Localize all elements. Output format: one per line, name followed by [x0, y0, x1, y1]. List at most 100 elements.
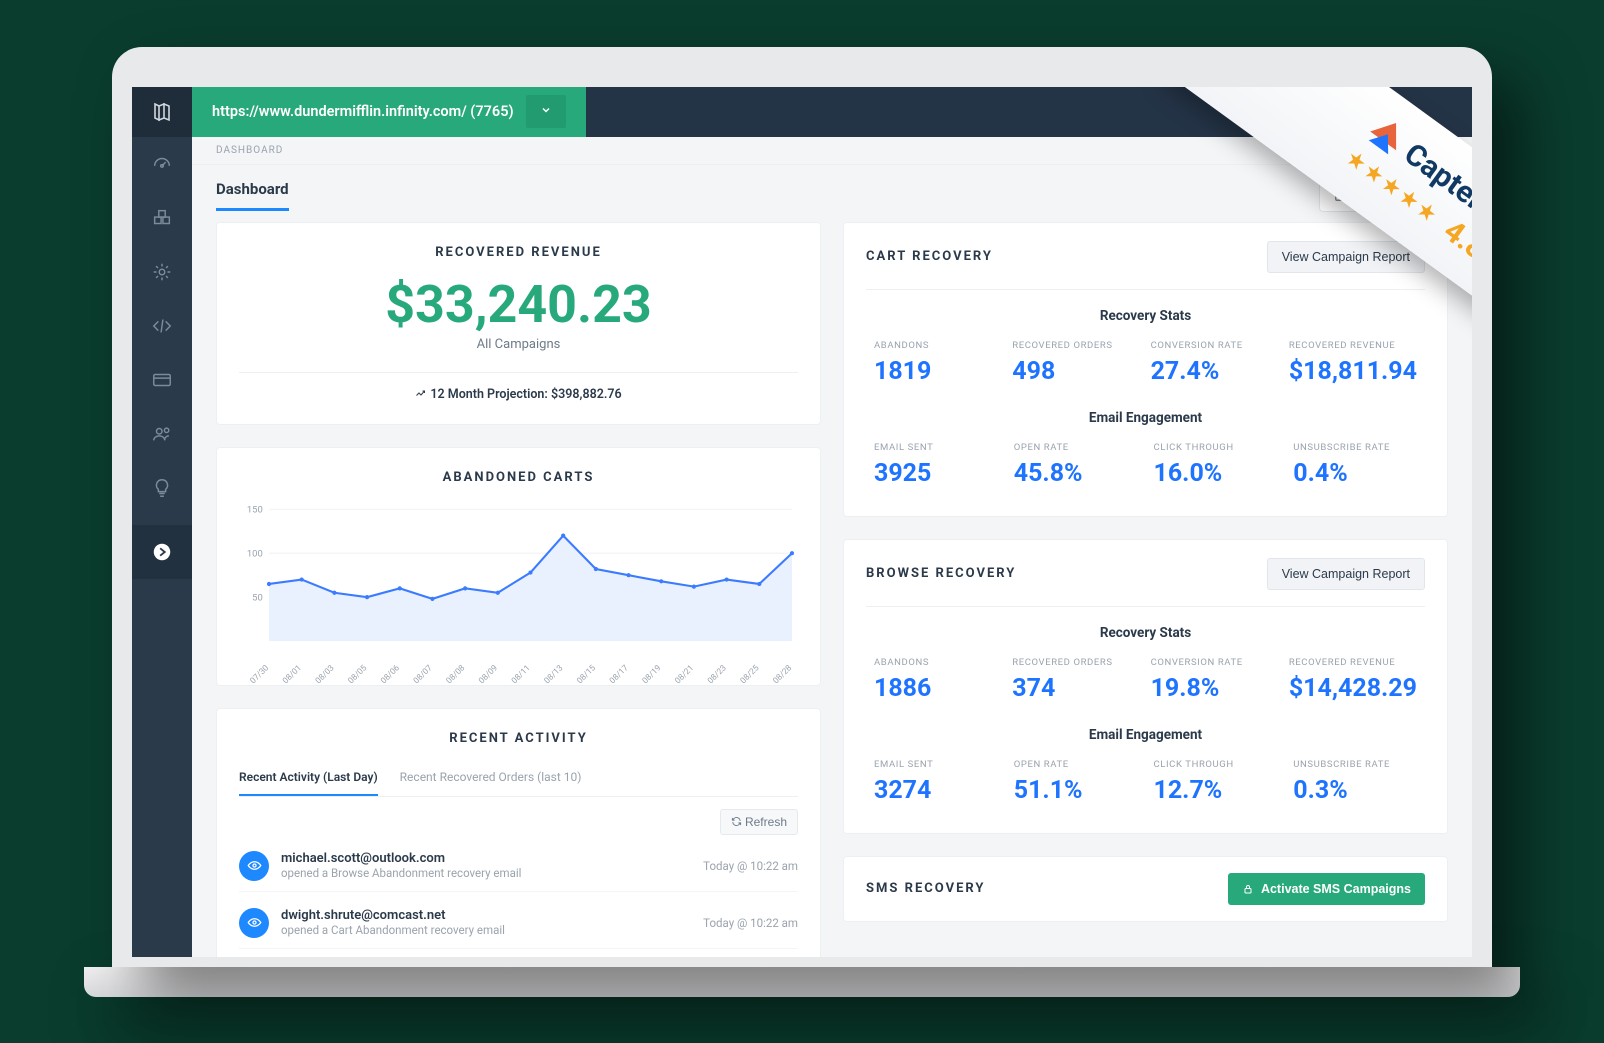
cart-engagement-heading: Email Engagement: [866, 410, 1425, 426]
eye-icon: [239, 908, 269, 938]
svg-text:08/19: 08/19: [641, 663, 664, 686]
browse-recovery-card: BROWSE RECOVERY View Campaign Report Rec…: [843, 539, 1448, 834]
activity-email: michael.scott@outlook.com: [281, 851, 691, 866]
svg-text:08/23: 08/23: [706, 663, 729, 686]
svg-text:08/11: 08/11: [510, 663, 533, 686]
laptop-base: [84, 967, 1519, 997]
eye-icon: [239, 851, 269, 881]
svg-text:100: 100: [247, 548, 263, 559]
recent-activity-title: RECENT ACTIVITY: [239, 731, 798, 746]
sms-recovery-card: SMS RECOVERY Activate SMS Campaigns: [843, 856, 1448, 922]
svg-text:08/28: 08/28: [771, 663, 794, 686]
activity-email: dwight.shrute@comcast.net: [281, 908, 691, 923]
svg-text:08/08: 08/08: [444, 663, 467, 686]
cart-recovery-stats-heading: Recovery Stats: [866, 308, 1425, 324]
breadcrumb: DASHBOARD: [192, 137, 1472, 165]
date-range-button[interactable]: July 30, 2020: [1319, 179, 1448, 212]
browse-email-sent: 3274: [874, 776, 998, 805]
svg-text:50: 50: [252, 592, 263, 603]
code-icon: [151, 315, 173, 337]
browse-unsub: 0.3%: [1293, 776, 1417, 805]
cart-open-rate: 45.8%: [1014, 459, 1138, 488]
cart-recovery-title: CART RECOVERY: [866, 249, 993, 264]
sidebar-products[interactable]: [132, 191, 192, 245]
cart-conversion: 27.4%: [1151, 357, 1273, 386]
cart-recovery-card: CART RECOVERY View Campaign Report Recov…: [843, 222, 1448, 517]
activity-time: Today @ 10:22 am: [703, 916, 798, 930]
cart-recovered-revenue: $18,811.94: [1289, 357, 1417, 386]
sidebar-code[interactable]: [132, 299, 192, 353]
abandoned-carts-chart: 5010015007/3008/0108/0308/0508/0608/0708…: [269, 503, 792, 663]
browse-abandons: 1886: [874, 674, 996, 703]
cart-recovered-orders: 498: [1012, 357, 1134, 386]
site-selector[interactable]: https://www.dundermifflin.infinity.com/ …: [192, 87, 586, 137]
users-icon: [151, 423, 173, 445]
browse-open-rate: 51.1%: [1014, 776, 1138, 805]
lock-icon: [1242, 883, 1254, 895]
svg-text:08/01: 08/01: [281, 663, 304, 686]
sms-recovery-title: SMS RECOVERY: [866, 881, 985, 896]
card-icon: [151, 369, 173, 391]
browse-conversion: 19.8%: [1151, 674, 1273, 703]
svg-text:08/13: 08/13: [542, 663, 565, 686]
activity-desc: opened a Browse Abandonment recovery ema…: [281, 866, 691, 880]
svg-text:08/25: 08/25: [739, 663, 762, 686]
cart-email-sent: 3925: [874, 459, 998, 488]
page-title: Dashboard: [216, 180, 289, 211]
cart-abandons: 1819: [874, 357, 996, 386]
activity-row[interactable]: dwight.shrute@comcast.net opened a Cart …: [239, 892, 798, 949]
svg-text:08/03: 08/03: [314, 663, 337, 686]
app-logo: [132, 87, 192, 137]
recent-activity-card: RECENT ACTIVITY Recent Activity (Last Da…: [216, 708, 821, 957]
svg-text:07/30: 07/30: [248, 663, 271, 686]
recovered-revenue-amount: $33,240.23: [239, 274, 798, 335]
tab-recent-day[interactable]: Recent Activity (Last Day): [239, 760, 378, 796]
cart-recovery-report-button[interactable]: View Campaign Report: [1267, 241, 1425, 273]
sidebar: [132, 87, 192, 957]
svg-text:08/15: 08/15: [575, 663, 598, 686]
sidebar-collapse[interactable]: [132, 525, 192, 579]
boxes-icon: [151, 207, 173, 229]
browse-recovered-revenue: $14,428.29: [1289, 674, 1417, 703]
bulb-icon: [151, 477, 173, 499]
date-range-label: July 30, 2020: [1356, 188, 1433, 203]
recovered-revenue-subtitle: All Campaigns: [239, 337, 798, 352]
chevron-circle-icon: [151, 541, 173, 563]
browse-ctr: 12.7%: [1154, 776, 1278, 805]
sidebar-users[interactable]: [132, 407, 192, 461]
activity-time: Today @ 10:22 am: [703, 859, 798, 873]
svg-text:08/05: 08/05: [346, 663, 369, 686]
svg-text:08/07: 08/07: [412, 663, 435, 686]
cart-ctr: 16.0%: [1154, 459, 1278, 488]
svg-text:08/17: 08/17: [608, 663, 631, 686]
gear-icon: [151, 261, 173, 283]
trend-icon: [415, 387, 427, 399]
calendar-icon: [1334, 188, 1348, 202]
cart-unsub: 0.4%: [1293, 459, 1417, 488]
svg-text:150: 150: [247, 504, 263, 515]
svg-text:08/09: 08/09: [477, 663, 500, 686]
sidebar-billing[interactable]: [132, 353, 192, 407]
svg-text:08/06: 08/06: [379, 663, 402, 686]
browse-recovered-orders: 374: [1012, 674, 1134, 703]
browse-recovery-report-button[interactable]: View Campaign Report: [1267, 558, 1425, 590]
refresh-icon: [731, 816, 742, 827]
sidebar-settings[interactable]: [132, 245, 192, 299]
gauge-icon: [151, 153, 173, 175]
tab-recent-orders[interactable]: Recent Recovered Orders (last 10): [400, 760, 582, 796]
refresh-button[interactable]: Refresh: [720, 809, 798, 835]
recovered-revenue-title: RECOVERED REVENUE: [239, 245, 798, 260]
revenue-projection: 12 Month Projection: $398,882.76: [239, 372, 798, 402]
activity-row[interactable]: michael.scott@outlook.com opened a Brows…: [239, 835, 798, 892]
svg-text:08/21: 08/21: [673, 663, 696, 686]
sidebar-ideas[interactable]: [132, 461, 192, 515]
activate-sms-button[interactable]: Activate SMS Campaigns: [1228, 873, 1425, 905]
activity-desc: opened a Cart Abandonment recovery email: [281, 923, 691, 937]
site-url: https://www.dundermifflin.infinity.com/ …: [212, 103, 514, 120]
sidebar-dashboard[interactable]: [132, 137, 192, 191]
abandoned-carts-card: ABANDONED CARTS 5010015007/3008/0108/030…: [216, 447, 821, 686]
abandoned-carts-title: ABANDONED CARTS: [239, 470, 798, 485]
browse-recovery-title: BROWSE RECOVERY: [866, 566, 1016, 581]
topbar: https://www.dundermifflin.infinity.com/ …: [192, 87, 1472, 137]
chevron-down-icon: [526, 95, 566, 128]
